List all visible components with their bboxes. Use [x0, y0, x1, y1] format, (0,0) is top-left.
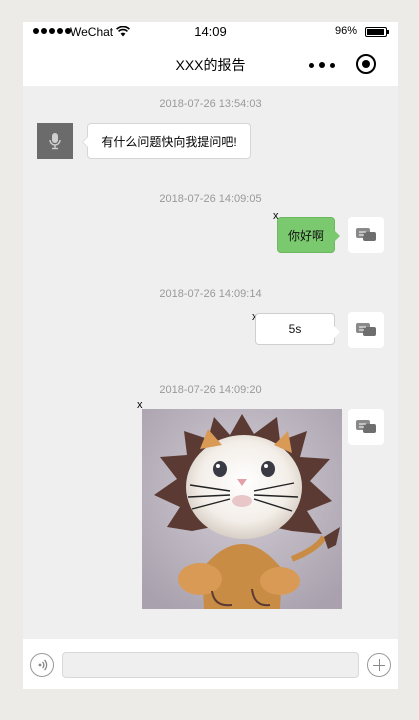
- chat-bubble-icon: [356, 420, 376, 433]
- cat-in-lion-costume-image: [142, 409, 342, 609]
- user-avatar: [348, 312, 384, 348]
- received-message-bubble[interactable]: 有什么问题快向我提问吧!: [82, 123, 251, 159]
- sent-message-bubble[interactable]: 你好啊: [277, 217, 340, 253]
- message-text: 有什么问题快向我提问吧!: [101, 134, 237, 149]
- message-text: 你好啊: [287, 228, 324, 243]
- chat-bubble-icon: [356, 323, 376, 336]
- phone-screen: WeChat 14:09 96% XXX的报告 2018-07-26 13:54…: [23, 22, 398, 689]
- battery-icon: [365, 27, 389, 37]
- message-timestamp: 2018-07-26 14:09:14: [159, 288, 262, 300]
- more-options-icon[interactable]: [309, 58, 335, 72]
- bot-avatar: [37, 123, 73, 159]
- cat-lion-photo[interactable]: [142, 409, 342, 609]
- message-timestamp: 2018-07-26 14:09:05: [159, 193, 262, 205]
- close-miniprogram-icon[interactable]: [356, 54, 376, 74]
- message-timestamp: 2018-07-26 14:09:20: [159, 384, 262, 396]
- message-input[interactable]: [62, 652, 359, 678]
- sound-wave-icon: [38, 659, 48, 671]
- add-attachment-icon[interactable]: [367, 653, 391, 677]
- voice-message-bubble[interactable]: 5s: [255, 313, 340, 345]
- battery-percent: 96%: [335, 25, 358, 37]
- microphone-icon: [49, 133, 61, 150]
- voice-duration: 5s: [288, 322, 302, 336]
- message-timestamp: 2018-07-26 13:54:03: [159, 98, 262, 110]
- chat-bubble-icon: [356, 228, 376, 241]
- voice-input-icon[interactable]: [30, 653, 54, 677]
- page-title: XXX的报告: [175, 57, 246, 73]
- chat-input-bar: [23, 639, 398, 689]
- status-bar: WeChat 14:09 96%: [23, 22, 398, 42]
- user-avatar: [348, 409, 384, 445]
- user-avatar: [348, 217, 384, 253]
- nav-bar: XXX的报告: [23, 42, 398, 86]
